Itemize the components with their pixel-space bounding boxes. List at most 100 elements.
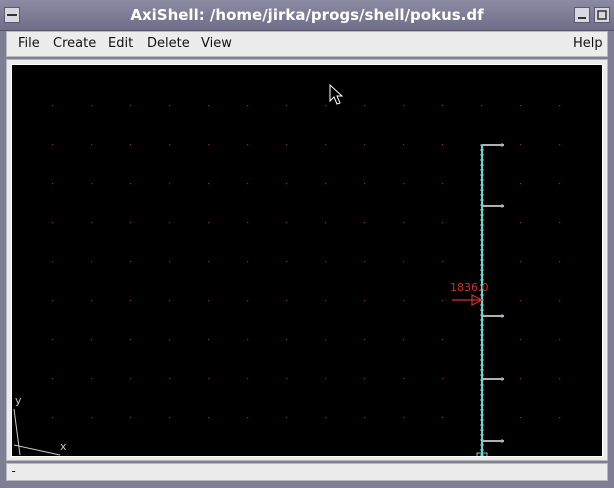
grid-point (364, 144, 366, 146)
grid-point (208, 417, 210, 419)
menu-file[interactable]: File (18, 36, 40, 51)
grid-point (559, 144, 561, 146)
grid-point (91, 339, 93, 341)
grid-points (52, 105, 561, 419)
grid-point (286, 339, 288, 341)
window-title: AxiShell: /home/jirka/progs/shell/pokus.… (130, 6, 484, 24)
title-bar[interactable]: AxiShell: /home/jirka/progs/shell/pokus.… (0, 0, 614, 31)
grid-point (520, 105, 522, 107)
grid-point (442, 144, 444, 146)
grid-point (91, 222, 93, 224)
grid-point (364, 300, 366, 302)
canvas-graphics[interactable]: 1836.0 y x (12, 65, 602, 460)
grid-point (130, 417, 132, 419)
grid-point (442, 417, 444, 419)
grid-point (442, 222, 444, 224)
menu-view[interactable]: View (201, 36, 232, 51)
application-window: AxiShell: /home/jirka/progs/shell/pokus.… (0, 0, 614, 488)
grid-point (130, 300, 132, 302)
grid-point (130, 378, 132, 380)
grid-point (364, 378, 366, 380)
grid-point (520, 300, 522, 302)
grid-point (247, 222, 249, 224)
grid-point (247, 144, 249, 146)
grid-point (130, 222, 132, 224)
grid-point (52, 105, 54, 107)
maximize-icon[interactable] (594, 7, 610, 23)
x-axis-label: x (60, 440, 67, 453)
grid-point (403, 378, 405, 380)
grid-point (52, 339, 54, 341)
x-axis-line (13, 444, 61, 456)
status-bar: - (6, 463, 608, 481)
grid-point (442, 183, 444, 185)
grid-point (559, 261, 561, 263)
grid-point (247, 261, 249, 263)
menu-delete[interactable]: Delete (147, 36, 190, 51)
drawing-canvas[interactable]: 1836.0 y x (11, 64, 603, 460)
grid-point (364, 105, 366, 107)
grid-point (325, 261, 327, 263)
load-value-label: 1836.0 (450, 281, 489, 294)
grid-point (286, 378, 288, 380)
grid-point (325, 378, 327, 380)
grid-point (169, 261, 171, 263)
grid-point (442, 300, 444, 302)
grid-point (559, 417, 561, 419)
grid-point (91, 144, 93, 146)
grid-point (520, 144, 522, 146)
grid-point (520, 417, 522, 419)
grid-point (247, 105, 249, 107)
grid-point (208, 222, 210, 224)
grid-point (208, 378, 210, 380)
grid-point (91, 300, 93, 302)
grid-point (403, 144, 405, 146)
grid-point (130, 105, 132, 107)
grid-point (130, 183, 132, 185)
menu-create[interactable]: Create (53, 36, 96, 51)
grid-point (559, 105, 561, 107)
grid-point (91, 378, 93, 380)
grid-point (247, 300, 249, 302)
window-menu-icon[interactable] (4, 7, 20, 23)
grid-point (286, 261, 288, 263)
grid-point (91, 105, 93, 107)
grid-point (208, 300, 210, 302)
grid-point (130, 144, 132, 146)
grid-point (286, 183, 288, 185)
grid-point (208, 105, 210, 107)
grid-point (247, 339, 249, 341)
grid-point (208, 144, 210, 146)
grid-point (286, 222, 288, 224)
grid-point (442, 105, 444, 107)
menu-help[interactable]: Help (573, 36, 603, 51)
grid-point (169, 222, 171, 224)
grid-point (325, 144, 327, 146)
grid-point (169, 300, 171, 302)
grid-point (169, 144, 171, 146)
grid-point (403, 105, 405, 107)
status-text: - (10, 464, 18, 478)
grid-point (169, 105, 171, 107)
y-axis-label: y (15, 394, 22, 407)
grid-point (559, 183, 561, 185)
grid-point (520, 222, 522, 224)
grid-point (52, 222, 54, 224)
grid-point (403, 417, 405, 419)
grid-point (364, 339, 366, 341)
coordinate-axes: y x (13, 394, 67, 456)
grid-point (364, 183, 366, 185)
minimize-icon[interactable] (574, 7, 590, 23)
grid-point (130, 261, 132, 263)
grid-point (286, 300, 288, 302)
grid-point (325, 105, 327, 107)
grid-point (403, 222, 405, 224)
grid-point (325, 339, 327, 341)
y-axis-line (13, 408, 21, 456)
grid-point (559, 300, 561, 302)
grid-point (286, 144, 288, 146)
menu-edit[interactable]: Edit (108, 36, 133, 51)
grid-point (52, 261, 54, 263)
menu-bar: File Create Edit Delete View Help (6, 31, 608, 57)
grid-point (559, 339, 561, 341)
